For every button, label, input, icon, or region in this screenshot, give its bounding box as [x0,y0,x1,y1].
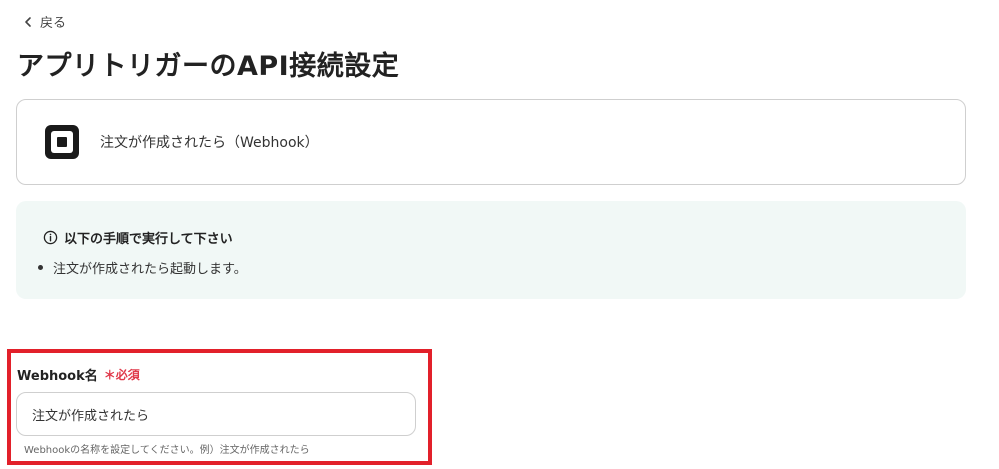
chevron-left-icon [25,16,31,27]
webhook-name-label-text: Webhook名 [17,369,98,384]
webhook-name-input[interactable] [16,392,416,436]
info-heading: 以下の手順で実行して下さい [43,228,233,247]
back-link-label: 戻る [40,16,67,31]
info-heading-text: 以下の手順で実行して下さい [64,232,233,247]
list-item: 注文が作成されたら起動します。 [38,258,247,277]
page-title: アプリトリガーのAPI接続設定 [17,51,400,82]
bullet-icon [38,265,43,270]
info-box: 以下の手順で実行して下さい 注文が作成されたら起動します。 [16,201,966,299]
list-item-text: 注文が作成されたら起動します。 [53,262,247,277]
info-icon [43,230,58,245]
square-logo-icon [45,125,79,159]
webhook-name-help: Webhookの名称を設定してください。例）注文が作成されたら [24,445,310,456]
webhook-name-label: Webhook名 ＊必須 [17,365,140,384]
trigger-card: 注文が作成されたら（Webhook） [16,99,966,185]
back-link[interactable]: 戻る [22,12,66,31]
required-badge: ＊必須 [103,368,140,382]
trigger-label: 注文が作成されたら（Webhook） [100,135,319,151]
